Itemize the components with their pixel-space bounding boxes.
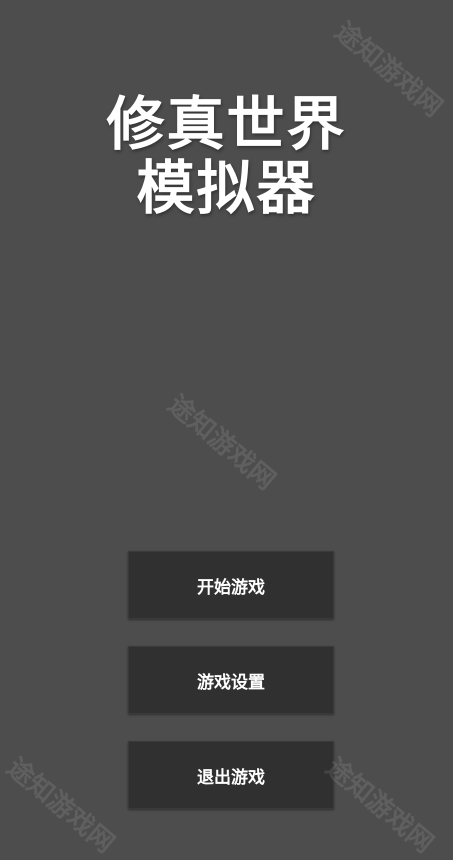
start-game-button[interactable]: 开始游戏 [128, 551, 334, 619]
game-title-line-1: 修真世界 [106, 90, 347, 158]
exit-game-button[interactable]: 退出游戏 [128, 741, 334, 809]
game-title-screen: 修真世界 模拟器 开始游戏 游戏设置 退出游戏 途知游戏网 途知游戏网 途知游戏… [0, 0, 453, 860]
watermark: 途知游戏网 [161, 389, 281, 497]
game-title-line-2: 模拟器 [136, 154, 317, 222]
game-settings-button[interactable]: 游戏设置 [128, 646, 334, 714]
watermark: 途知游戏网 [319, 752, 439, 860]
watermark: 途知游戏网 [0, 752, 120, 860]
